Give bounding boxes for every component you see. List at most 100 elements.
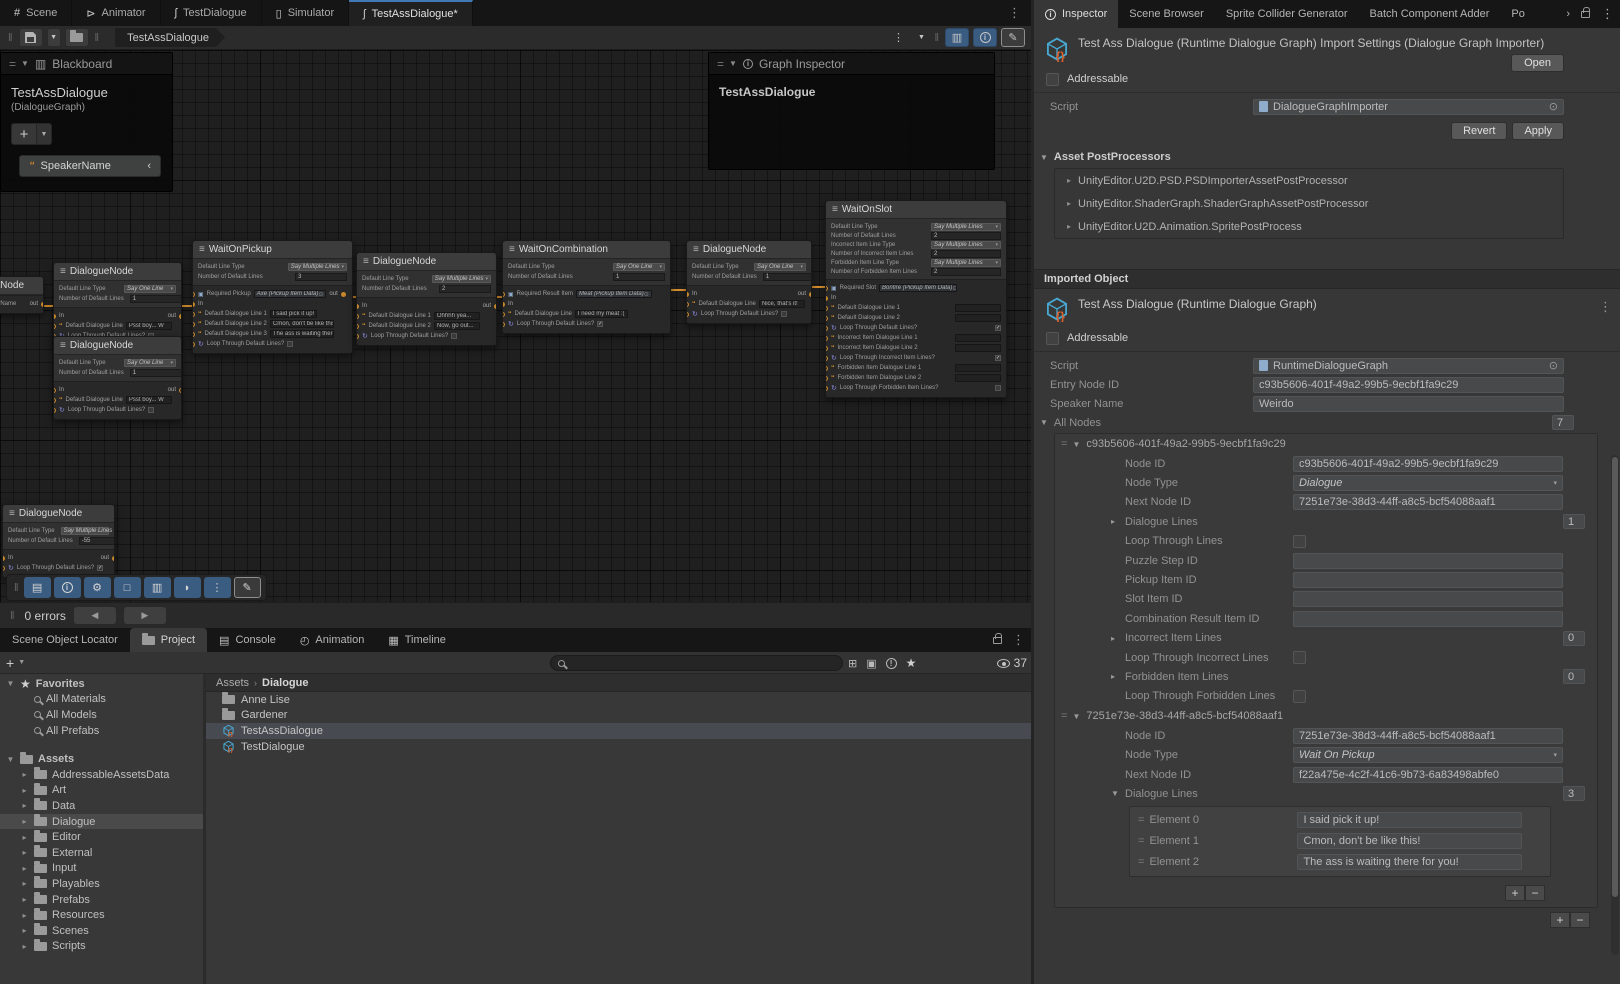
breadcrumb-root[interactable]: Assets <box>216 677 249 689</box>
port[interactable] <box>357 324 359 329</box>
blackboard-panel[interactable]: =▼▥Blackboard TestAssDialogue (DialogueG… <box>0 52 173 192</box>
property-field[interactable] <box>1293 572 1563 588</box>
port[interactable] <box>687 302 689 307</box>
expand-arrow-icon[interactable]: ▸ <box>20 801 29 810</box>
expand-arrow-icon[interactable]: ▸ <box>20 926 29 935</box>
next-tabs-chevron-icon[interactable]: › <box>1566 8 1570 20</box>
array-size-field[interactable]: 0 <box>1563 669 1585 684</box>
inspector-lock-icon[interactable] <box>1581 11 1590 18</box>
tree-folder-item[interactable]: ▸Scenes <box>0 923 203 939</box>
line-type-dropdown[interactable]: Say One Line▾ <box>124 359 176 367</box>
tree-folder-item[interactable]: ▸Scripts <box>0 939 203 955</box>
save-search-star-icon[interactable]: ★ <box>906 656 917 670</box>
favorite-search-item[interactable]: All Materials <box>0 692 203 708</box>
port[interactable] <box>826 286 828 291</box>
dialogue-line-field[interactable] <box>955 314 1001 322</box>
line-type-dropdown[interactable]: Say One Line▾ <box>124 285 176 293</box>
project-file-row[interactable]: {} Gardener <box>206 708 1031 724</box>
tree-folder-item[interactable]: ▸Data <box>0 798 203 814</box>
overflow-menu-button[interactable]: ⋮ <box>204 577 231 598</box>
assets-root[interactable]: ▼Assets <box>0 751 203 767</box>
show-in-project-button[interactable] <box>65 28 89 47</box>
port[interactable] <box>503 322 505 327</box>
graph-breadcrumb[interactable]: TestAssDialogue <box>115 28 225 47</box>
line-type-dropdown[interactable]: Say One Line▾ <box>754 263 806 271</box>
property-field[interactable]: c93b5606-401f-49a2-99b5-9ecbf1fa9c29 <box>1293 456 1563 472</box>
line-type-dropdown[interactable]: Say One Line▾ <box>613 263 665 271</box>
remove-element-button[interactable]: − <box>1525 885 1545 901</box>
port[interactable] <box>193 332 195 337</box>
inspector-tab[interactable]: i Inspector <box>1034 0 1118 28</box>
create-asset-dropdown[interactable]: ▼ <box>18 659 25 666</box>
property-field[interactable] <box>1293 553 1563 569</box>
property-field[interactable]: 7251e73e-38d3-44ff-a8c5-bcf54088aaf1 <box>1293 494 1563 510</box>
count-field[interactable]: 3 <box>295 273 347 281</box>
info-button[interactable]: i <box>54 577 81 598</box>
input-port[interactable] <box>193 302 195 307</box>
packages-visibility-icon[interactable]: ! <box>886 658 897 669</box>
wait-on-pickup-node[interactable]: ≡WaitOnPickup Default Line TypeSay Multi… <box>192 240 353 354</box>
dialogue-line-field[interactable]: I said pick it up! <box>270 310 317 318</box>
speaker-name-field[interactable]: Weirdo <box>1253 396 1564 412</box>
line-type-dropdown[interactable]: Say Multiple Lines▾ <box>61 527 109 535</box>
expand-arrow-icon[interactable]: ▸ <box>20 848 29 857</box>
expand-arrow-icon[interactable]: ▸ <box>20 895 29 904</box>
required-slot-object-field[interactable]: Bonfire (Pickup Item Data)⊙ <box>879 284 957 292</box>
expand-variable-icon[interactable]: ‹ <box>147 160 151 172</box>
reorder-handle-icon[interactable]: = <box>1061 710 1066 722</box>
count-field[interactable]: 2 <box>931 268 1001 276</box>
addressable-checkbox[interactable] <box>1046 332 1059 345</box>
dialogue-line-field[interactable] <box>955 364 1001 372</box>
window-tab[interactable]: ⊳ Animator <box>72 0 160 26</box>
loop-checkbox[interactable]: ✓ <box>597 321 603 327</box>
window-tab[interactable]: # Scene <box>0 0 72 26</box>
panel-drag-handle[interactable]: = <box>9 57 15 71</box>
array-size-field[interactable]: 1 <box>1563 514 1585 529</box>
element-value-field[interactable]: I said pick it up! <box>1297 812 1522 828</box>
property-checkbox[interactable] <box>1293 651 1306 664</box>
port[interactable] <box>357 314 359 319</box>
inspector-tab[interactable]: i Po <box>1500 0 1535 28</box>
tools-button[interactable]: ⚙ <box>84 577 111 598</box>
dialogue-line-field[interactable]: The ass is waiting there for you! <box>270 330 334 338</box>
contrast-button[interactable]: ◗ <box>174 577 201 598</box>
array-size-field[interactable]: 0 <box>1563 631 1585 646</box>
add-variable-button[interactable]: + <box>11 123 37 145</box>
previous-error-button[interactable]: ◀ <box>74 607 116 624</box>
all-nodes-count-field[interactable]: 7 <box>1552 415 1574 430</box>
port[interactable] <box>54 408 56 413</box>
toggle-graph-inspector-button[interactable]: i <box>973 28 997 47</box>
lock-icon[interactable] <box>993 637 1002 644</box>
project-file-row[interactable]: {} TestDialogue <box>206 739 1031 755</box>
inspector-tab[interactable]: i Sprite Collider Generator <box>1215 0 1359 28</box>
postprocessor-item[interactable]: ▸UnityEditor.U2D.Animation.SpritePostPro… <box>1055 215 1563 238</box>
add-variable-dropdown[interactable]: ▼ <box>37 123 52 145</box>
project-search-input[interactable] <box>550 655 843 671</box>
line-type-dropdown[interactable]: Say Multiple Lines▾ <box>288 263 347 271</box>
port[interactable] <box>826 346 828 351</box>
dialogue-line-field[interactable]: Psst boy... W <box>126 396 172 404</box>
edit-graph-button[interactable]: ✎ <box>1001 28 1025 47</box>
dialogue-line-field[interactable]: Nice, that's it! <box>759 300 805 308</box>
port[interactable] <box>826 366 828 371</box>
tree-folder-item[interactable]: ▸Playables <box>0 876 203 892</box>
output-port[interactable] <box>41 302 43 307</box>
blackboard-button[interactable]: ▥ <box>144 577 171 598</box>
array-size-field[interactable]: 3 <box>1563 786 1585 801</box>
input-port[interactable] <box>826 296 828 301</box>
foldout-arrow-icon[interactable]: ▸ <box>1111 634 1115 643</box>
output-port[interactable] <box>179 314 181 319</box>
loop-checkbox[interactable] <box>148 407 154 413</box>
reorder-handle-icon[interactable]: = <box>1138 835 1143 847</box>
input-port[interactable] <box>3 556 5 561</box>
node-entry-header[interactable]: =▼7251e73e-38d3-44ff-a8c5-bcf54088aaf1 <box>1055 706 1597 726</box>
tree-folder-item[interactable]: ▸Editor <box>0 829 203 845</box>
expand-arrow-icon[interactable]: ▼ <box>6 755 15 764</box>
window-button[interactable]: □ <box>114 577 141 598</box>
line-type-dropdown[interactable]: Say Multiple Lines▾ <box>931 241 1001 249</box>
port[interactable] <box>3 566 5 571</box>
port[interactable] <box>193 312 195 317</box>
entry-node-id-field[interactable]: c93b5606-401f-49a2-99b5-9ecbf1fa9c29 <box>1253 377 1564 393</box>
tree-folder-item[interactable]: ▸Dialogue <box>0 814 203 830</box>
expand-arrow-icon[interactable]: ▸ <box>20 833 29 842</box>
